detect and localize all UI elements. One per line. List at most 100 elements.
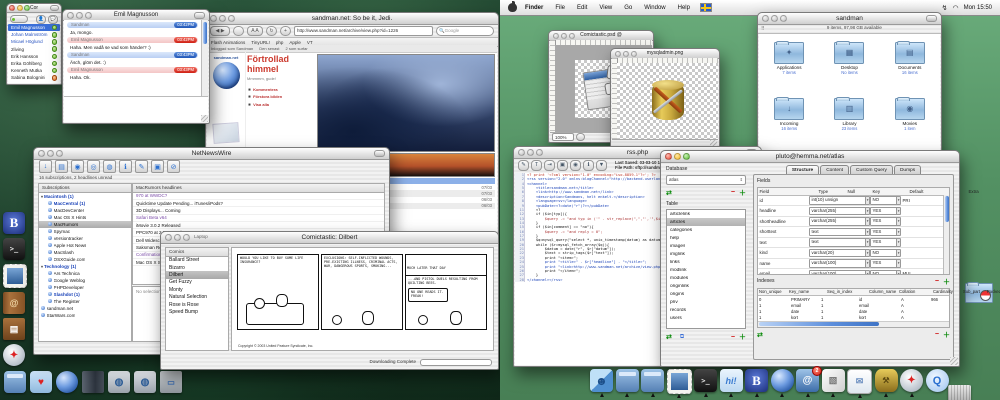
toolbar-toggle[interactable] — [50, 5, 59, 11]
subscription-row[interactable]: MacCentral (1) — [39, 200, 131, 207]
indexes-header-cell[interactable]: Seq_in_index — [826, 289, 868, 294]
fields-header-cell[interactable]: Extra — [967, 189, 980, 194]
table-row[interactable]: links — [667, 258, 745, 266]
site-folder-graphic[interactable] — [212, 122, 239, 144]
refresh-all-icon[interactable]: ↓ — [39, 160, 52, 173]
table-row[interactable]: priv — [667, 298, 745, 306]
idisk-icon[interactable]: ◍ — [108, 371, 130, 393]
article-link[interactable]: ◾ Kommentera — [247, 87, 319, 92]
table-row[interactable]: modlink — [667, 266, 745, 274]
buddy-row[interactable]: 2living — [8, 46, 60, 53]
trash-dock-icon[interactable] — [948, 385, 971, 400]
buddy-list-titlebar[interactable]: Cor — [7, 4, 61, 13]
indent-icon[interactable]: ⇥ — [544, 160, 555, 171]
toolbar-toggle[interactable] — [194, 12, 205, 19]
finder-folder-item[interactable]: ▤ Documents 16 items — [882, 40, 938, 96]
bookmark-item[interactable]: Apple — [289, 40, 301, 45]
refresh-tables-icon[interactable]: ⇄ — [666, 333, 672, 341]
add-table-icon[interactable]: ＋ — [739, 332, 746, 342]
scrollbar-thumb[interactable] — [759, 322, 879, 326]
close-icon[interactable] — [210, 15, 217, 22]
headline-row[interactable]: Safari Beta v64 — [133, 215, 384, 222]
subscription-row[interactable]: Macintosh (1) — [39, 193, 131, 200]
resize-grip[interactable] — [201, 115, 208, 122]
toolbar-toggle[interactable] — [374, 150, 385, 157]
bookmark-item[interactable]: TinyURL! — [251, 40, 270, 45]
indexes-hscrollbar[interactable] — [758, 321, 949, 327]
desktop-window-icon[interactable] — [4, 371, 26, 393]
buddy-row[interactable]: Sabina Bolognini — [8, 74, 60, 81]
png-canvas[interactable] — [617, 63, 718, 140]
desktop-window-dock-icon[interactable] — [616, 369, 639, 392]
resize-grip[interactable] — [950, 357, 958, 365]
grid-widget-icon[interactable]: ⠿ — [758, 26, 768, 32]
menu-item[interactable]: File — [549, 5, 571, 11]
fields-header-cell[interactable]: Type — [817, 189, 846, 194]
newsreader-letter-dock-icon[interactable]: ✉ — [847, 369, 872, 394]
new-folder-icon[interactable]: ▣ — [151, 160, 164, 173]
indexes-header-cell[interactable]: Key_name — [788, 289, 826, 294]
reload-button[interactable]: ↻ — [266, 26, 277, 36]
close-icon[interactable] — [165, 234, 172, 241]
headline-row[interactable]: Quicktime Update Pending... iTunes/iPods… — [133, 200, 384, 207]
subscription-row[interactable]: sandman.net — [39, 305, 131, 312]
bbedit-icon[interactable]: B — [3, 212, 25, 234]
finder-folder-item[interactable]: ✦ Applications 7 items — [761, 40, 817, 96]
iphoto-stamp-icon[interactable] — [3, 264, 27, 288]
bug-report-button[interactable] — [233, 26, 244, 36]
wrench-icon[interactable]: ✎ — [518, 160, 529, 171]
table-row[interactable]: records — [667, 306, 745, 314]
finder-folder-item[interactable]: ↓ Incoming 16 items — [761, 96, 817, 152]
fields-header-cell[interactable]: Default — [908, 189, 967, 194]
login-bar-item[interactable]: Inloggad som Sandman — [211, 46, 253, 51]
subscription-row[interactable]: Mac OS X Hints — [39, 214, 131, 221]
field-row[interactable]: text text YES — [758, 238, 949, 249]
battery-bolt-icon[interactable]: ↯ — [942, 4, 948, 12]
remove-index-icon[interactable]: − — [935, 278, 939, 285]
table-row[interactable]: images — [667, 242, 745, 250]
field-row[interactable]: shortheadline varchar(255) YES — [758, 217, 949, 228]
index-row[interactable]: 0PRIMARY 1id A966 — [758, 296, 949, 302]
subscription-row[interactable]: MacRumors — [39, 221, 131, 228]
terminal-dock-icon[interactable]: >_ — [694, 369, 717, 392]
indexes-header-cell[interactable]: Collation — [898, 289, 932, 294]
field-row[interactable]: name varchar(100) YES — [758, 259, 949, 270]
headline-row[interactable]: 970 at WWDC? — [133, 193, 384, 200]
article-link[interactable]: ◾ Visa alla — [247, 102, 319, 107]
apple-menu-icon[interactable] — [508, 3, 517, 12]
table-row[interactable]: articles — [667, 218, 745, 226]
subscription-row[interactable]: Technology (1) — [39, 263, 131, 270]
table-row[interactable]: categories — [667, 226, 745, 234]
finder-folder-item[interactable]: ▥ Library 23 items — [821, 96, 877, 152]
comictastic-titlebar[interactable]: Laptop Comictastic: Dilbert — [161, 232, 498, 244]
photo-viewer-dock-icon[interactable]: ▧ — [822, 369, 845, 392]
dual-windows-dock-icon[interactable] — [641, 369, 664, 392]
comic-row[interactable]: Ballard Street — [166, 257, 228, 264]
finder-dock-icon[interactable]: ☻ — [590, 369, 613, 392]
comic-row[interactable]: Rose is Rose — [166, 301, 228, 308]
table-row[interactable]: help — [667, 234, 745, 242]
ichat-hi-dock-icon[interactable]: hi! — [720, 369, 743, 392]
mysql-db-dock-icon[interactable]: ⚒ — [875, 369, 898, 392]
headline-row[interactable]: iMovie 3.0.2 Released — [133, 222, 384, 229]
info-icon[interactable]: ℹ — [583, 160, 594, 171]
buddy-row[interactable]: Johan Malmström — [8, 31, 60, 38]
internet-globe-icon[interactable] — [56, 371, 78, 393]
finder-folder-item[interactable]: ◉ Movies 1 item — [882, 96, 938, 152]
field-row[interactable]: id int(10) unsign NO PRI auto_increment — [758, 196, 949, 207]
refresh-structure-icon[interactable]: ⇄ — [757, 331, 763, 339]
address-book-icon[interactable]: @ — [3, 292, 25, 314]
bookmark-item[interactable]: VT — [307, 40, 313, 45]
favorites-folder-icon[interactable]: ♥ — [30, 371, 52, 393]
article-link[interactable]: ◾ Förstora bilden — [247, 94, 319, 99]
subscription-row[interactable]: StarWars.com — [39, 312, 131, 319]
zoom-level-field[interactable]: 100% — [552, 133, 574, 141]
remove-database-icon[interactable]: − — [731, 189, 735, 196]
save-icon[interactable]: ▼ — [596, 160, 607, 171]
app-menu-finder[interactable]: Finder — [519, 5, 549, 11]
stuffit-package-icon[interactable]: ▤ — [3, 318, 25, 340]
open-browser-icon[interactable]: ◍ — [103, 160, 116, 173]
close-icon[interactable] — [615, 51, 621, 57]
iphoto-stamp-dock-icon[interactable] — [667, 369, 692, 394]
info-icon[interactable]: ℹ — [119, 160, 132, 173]
